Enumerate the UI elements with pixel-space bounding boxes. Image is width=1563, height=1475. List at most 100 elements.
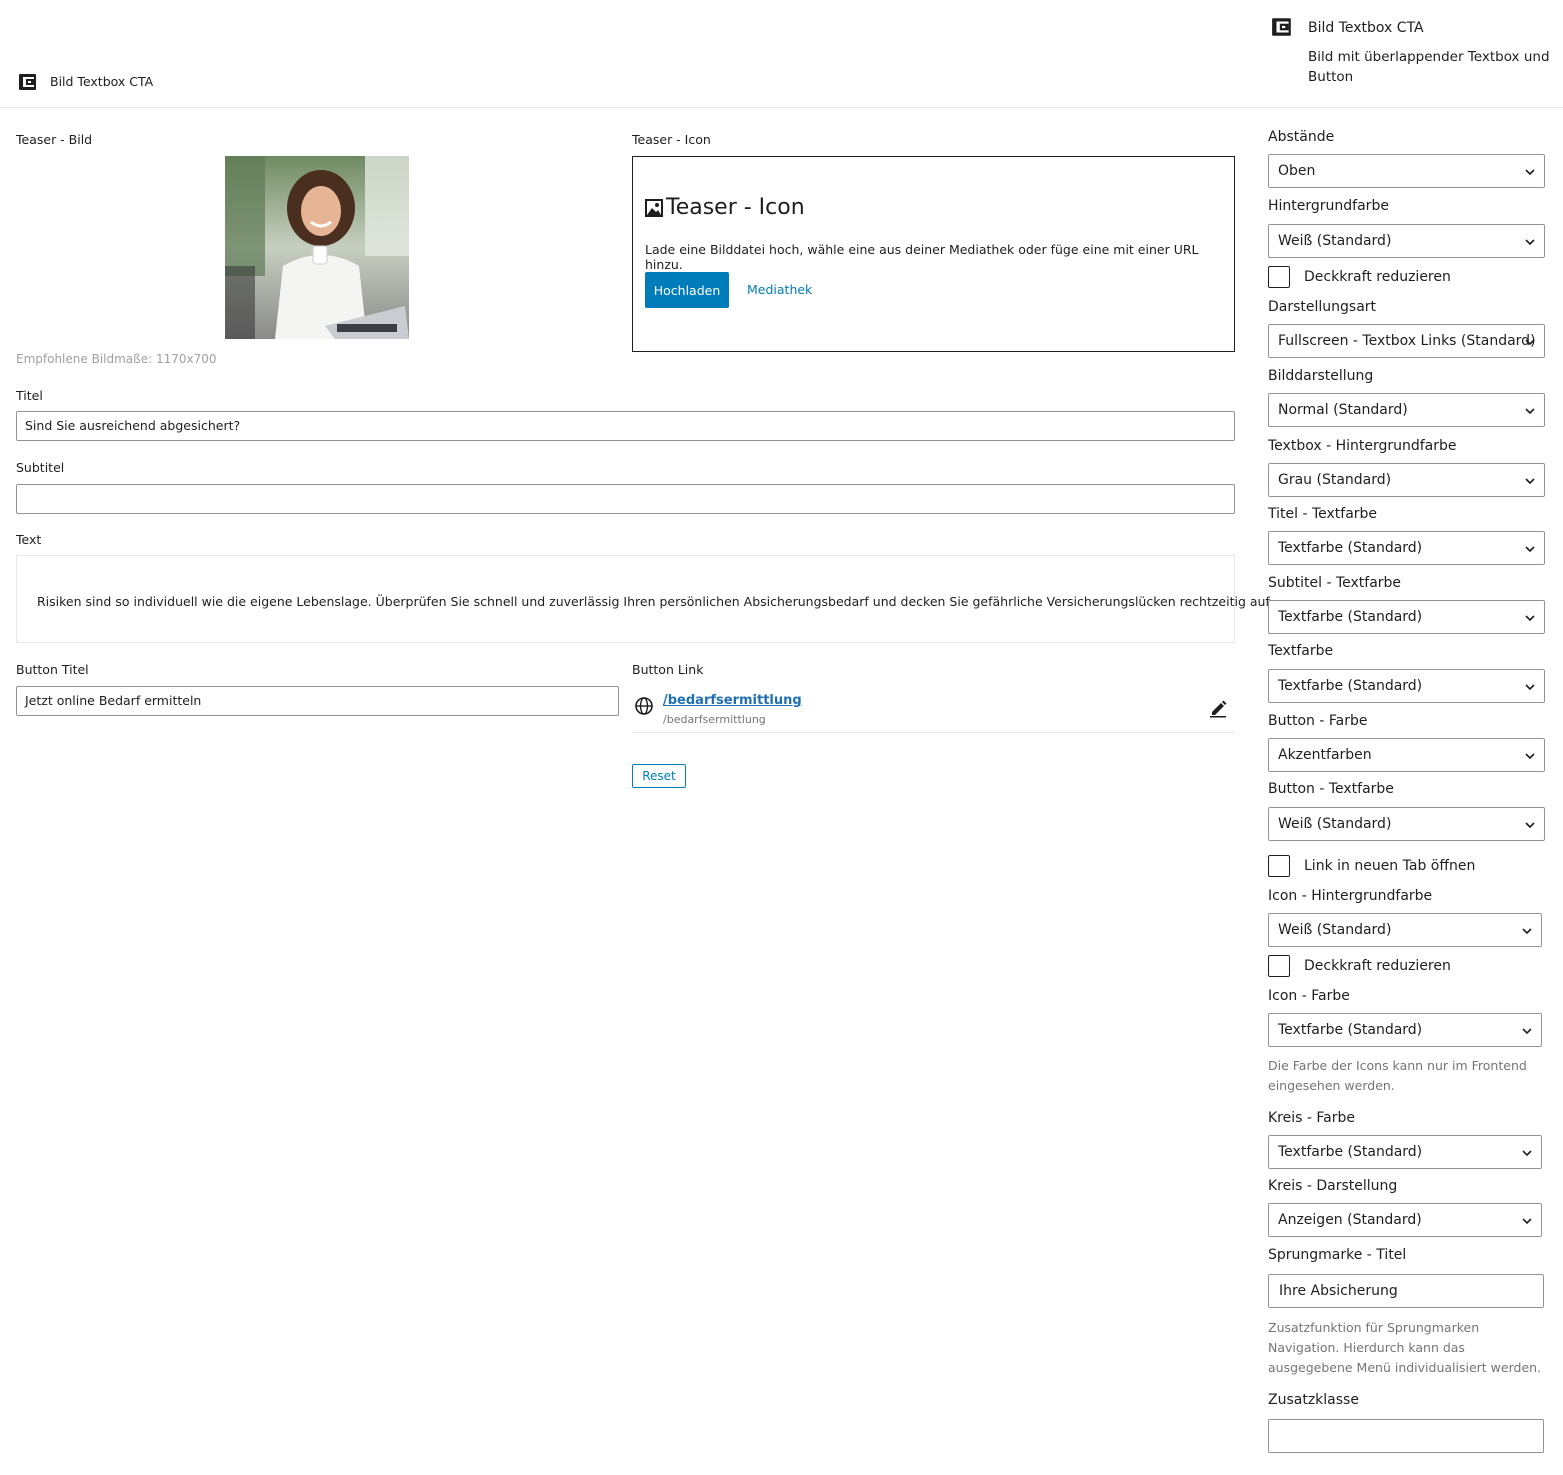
- darstellungsart-value: Fullscreen - Textbox Links (Standard): [1278, 333, 1536, 349]
- textfarbe-label: Textfarbe: [1268, 643, 1334, 659]
- teaser-icon-label: Teaser - Icon: [632, 132, 711, 147]
- chevron-down-icon: [1522, 1218, 1532, 1225]
- textfarbe-value: Textfarbe (Standard): [1278, 678, 1423, 694]
- text-label: Text: [16, 532, 42, 547]
- button-title-input[interactable]: Jetzt online Bedarf ermitteln: [16, 686, 619, 716]
- abstaende-select[interactable]: Oben: [1268, 154, 1545, 188]
- checkbox-label: Deckkraft reduzieren: [1304, 958, 1451, 974]
- edit-link-button[interactable]: [1207, 696, 1229, 718]
- image-icon: [645, 198, 663, 217]
- chevron-down-icon: [1525, 684, 1535, 691]
- sprungmarke-help: Zusatzfunktion für Sprungmarken Navigati…: [1268, 1320, 1542, 1375]
- globe-icon: [635, 697, 653, 715]
- icon-placeholder: Teaser - Icon Lade eine Bilddatei hoch, …: [632, 156, 1235, 352]
- icon-farbe-select[interactable]: Textfarbe (Standard): [1268, 1013, 1542, 1047]
- pencil-icon: [1210, 700, 1227, 718]
- zusatzklasse-label: Zusatzklasse: [1268, 1392, 1359, 1408]
- title-input[interactable]: Sind Sie ausreichend abgesichert?: [16, 411, 1235, 441]
- textbox-bg-value: Grau (Standard): [1278, 472, 1392, 488]
- chevron-down-icon: [1525, 546, 1535, 553]
- sidebar-block-description: Bild mit überlappender Textbox und Butto…: [1308, 49, 1550, 85]
- button-textfarbe-select[interactable]: Weiß (Standard): [1268, 807, 1545, 841]
- deckkraft-checkbox-1[interactable]: Deckkraft reduzieren: [1268, 266, 1451, 288]
- chevron-down-icon: [1525, 753, 1535, 760]
- placeholder-title: Teaser - Icon: [645, 195, 805, 220]
- text-content[interactable]: Risiken sind so individuell wie die eige…: [37, 594, 1273, 609]
- checkbox-label: Link in neuen Tab öffnen: [1304, 858, 1476, 874]
- button-link-preview: /bedarfsermittlung /bedarfsermittlung: [632, 688, 1235, 733]
- textfarbe-select[interactable]: Textfarbe (Standard): [1268, 669, 1545, 703]
- icon-bg-value: Weiß (Standard): [1278, 922, 1392, 938]
- checkbox-box[interactable]: [1268, 266, 1290, 288]
- zusatzklasse-input[interactable]: [1268, 1419, 1544, 1453]
- block-header: Bild Textbox CTA: [0, 0, 1255, 108]
- icon-bg-label: Icon - Hintergrundfarbe: [1268, 888, 1433, 904]
- checkbox-label: Deckkraft reduzieren: [1304, 269, 1451, 285]
- link-new-tab-checkbox[interactable]: Link in neuen Tab öffnen: [1268, 855, 1475, 877]
- chevron-down-icon: [1525, 408, 1535, 415]
- chevron-down-icon: [1525, 239, 1535, 246]
- teaser-photo: [225, 156, 409, 339]
- chevron-down-icon: [1525, 478, 1535, 485]
- textbox-bg-label: Textbox - Hintergrundfarbe: [1268, 438, 1457, 454]
- checkbox-box[interactable]: [1268, 955, 1290, 977]
- subtitle-label: Subtitel: [16, 460, 65, 475]
- darstellungsart-select[interactable]: Fullscreen - Textbox Links (Standard): [1268, 324, 1545, 358]
- sidebar-block-card: Bild Textbox CTA Bild mit überlappender …: [1255, 0, 1563, 108]
- chevron-down-icon: [1525, 169, 1535, 176]
- settings-sidebar: Bild Textbox CTA Bild mit überlappender …: [1255, 0, 1563, 1475]
- chevron-down-icon: [1525, 339, 1535, 346]
- subtitle-input[interactable]: [16, 484, 1235, 514]
- link-title[interactable]: /bedarfsermittlung: [663, 693, 802, 708]
- button-link-label: Button Link: [632, 662, 704, 677]
- button-farbe-value: Akzentfarben: [1278, 747, 1372, 763]
- teaser-image[interactable]: [225, 156, 409, 339]
- title-label: Titel: [16, 388, 43, 403]
- block-icon: [1272, 18, 1291, 36]
- sidebar-block-title: Bild Textbox CTA: [1308, 20, 1424, 36]
- kreis-farbe-value: Textfarbe (Standard): [1278, 1144, 1423, 1160]
- chevron-down-icon: [1522, 1150, 1532, 1157]
- titel-textfarbe-select[interactable]: Textfarbe (Standard): [1268, 531, 1545, 565]
- chevron-down-icon: [1525, 822, 1535, 829]
- button-textfarbe-label: Button - Textfarbe: [1268, 781, 1394, 797]
- hintergrundfarbe-select[interactable]: Weiß (Standard): [1268, 224, 1545, 258]
- sprungmarke-input[interactable]: Ihre Absicherung: [1268, 1274, 1544, 1308]
- placeholder-title-text: Teaser - Icon: [666, 195, 805, 220]
- button-title-label: Button Titel: [16, 662, 89, 677]
- icon-farbe-value: Textfarbe (Standard): [1278, 1022, 1423, 1038]
- textbox-bg-select[interactable]: Grau (Standard): [1268, 463, 1545, 497]
- kreis-darstellung-select[interactable]: Anzeigen (Standard): [1268, 1203, 1542, 1237]
- hintergrundfarbe-value: Weiß (Standard): [1278, 233, 1392, 249]
- bilddarstellung-label: Bilddarstellung: [1268, 368, 1374, 384]
- icon-farbe-help: Die Farbe der Icons kann nur im Frontend…: [1268, 1058, 1527, 1093]
- hintergrundfarbe-label: Hintergrundfarbe: [1268, 198, 1389, 214]
- abstaende-value: Oben: [1278, 163, 1316, 179]
- bilddarstellung-select[interactable]: Normal (Standard): [1268, 393, 1545, 427]
- darstellungsart-label: Darstellungsart: [1268, 299, 1377, 315]
- kreis-farbe-label: Kreis - Farbe: [1268, 1110, 1355, 1126]
- reset-button[interactable]: Reset: [632, 764, 686, 788]
- deckkraft-checkbox-2[interactable]: Deckkraft reduzieren: [1268, 955, 1451, 977]
- block-icon: [19, 74, 36, 90]
- kreis-darstellung-label: Kreis - Darstellung: [1268, 1178, 1398, 1194]
- icon-bg-select[interactable]: Weiß (Standard): [1268, 913, 1542, 947]
- chevron-down-icon: [1522, 928, 1532, 935]
- subtitel-textfarbe-select[interactable]: Textfarbe (Standard): [1268, 600, 1545, 634]
- button-farbe-label: Button - Farbe: [1268, 713, 1368, 729]
- subtitel-textfarbe-value: Textfarbe (Standard): [1278, 609, 1423, 625]
- abstaende-label: Abstände: [1268, 129, 1335, 145]
- upload-button[interactable]: Hochladen: [645, 272, 729, 308]
- button-farbe-select[interactable]: Akzentfarben: [1268, 738, 1545, 772]
- image-size-hint: Empfohlene Bildmaße: 1170x700: [16, 352, 217, 366]
- titel-textfarbe-value: Textfarbe (Standard): [1278, 540, 1423, 556]
- chevron-down-icon: [1522, 1028, 1532, 1035]
- sprungmarke-label: Sprungmarke - Titel: [1268, 1247, 1407, 1263]
- bilddarstellung-value: Normal (Standard): [1278, 402, 1408, 418]
- kreis-farbe-select[interactable]: Textfarbe (Standard): [1268, 1135, 1542, 1169]
- checkbox-box[interactable]: [1268, 855, 1290, 877]
- kreis-darstellung-value: Anzeigen (Standard): [1278, 1212, 1422, 1228]
- media-library-button[interactable]: Mediathek: [747, 282, 812, 297]
- button-textfarbe-value: Weiß (Standard): [1278, 816, 1392, 832]
- text-editor[interactable]: Risiken sind so individuell wie die eige…: [16, 555, 1273, 643]
